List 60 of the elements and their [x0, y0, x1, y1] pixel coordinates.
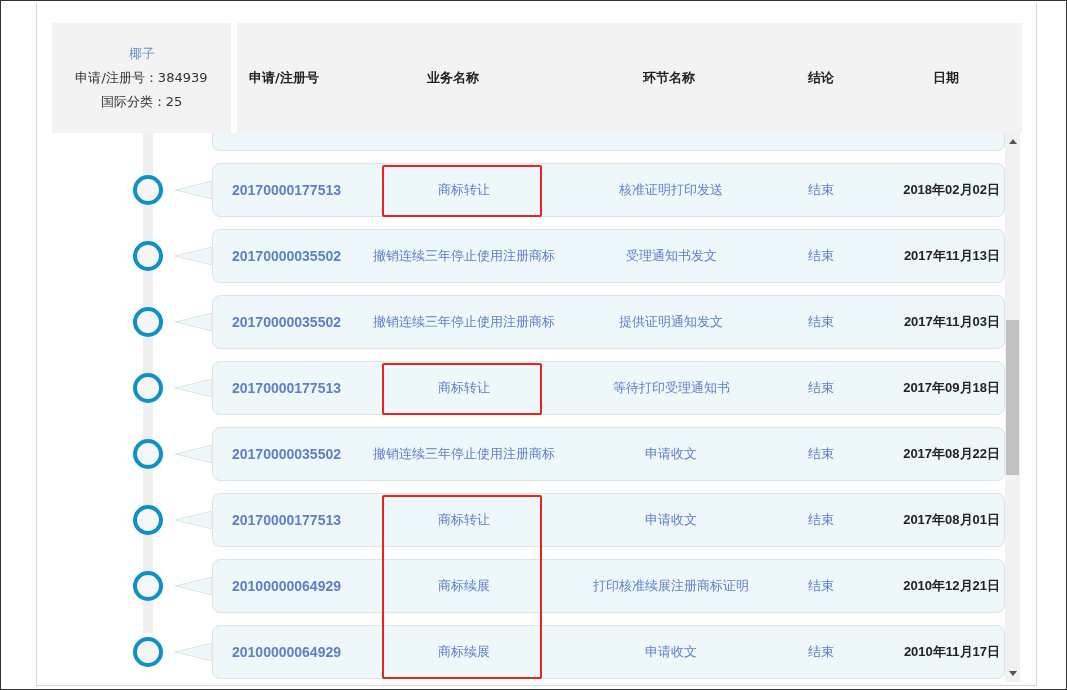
conclusion: 结束 [807, 181, 835, 199]
timeline-node-icon [133, 175, 163, 205]
conclusion: 结束 [807, 247, 835, 265]
application-number[interactable]: 20170000177513 [232, 512, 360, 528]
scroll-up-icon[interactable] [1008, 139, 1017, 144]
scroll-down-icon[interactable] [1008, 671, 1017, 676]
column-header: 结论 [808, 69, 835, 87]
business-name: 撤销连续三年停止使用注册商标 [371, 445, 556, 463]
record-date: 2018年02月02日 [902, 181, 1000, 199]
stage-name: 打印核准续展注册商标证明 [592, 577, 750, 595]
scrollbar-thumb[interactable] [1006, 320, 1019, 475]
conclusion: 结束 [807, 511, 835, 529]
business-name: 商标续展 [436, 643, 491, 661]
application-number[interactable]: 20170000177513 [232, 380, 360, 396]
application-number[interactable]: 20170000035502 [232, 314, 360, 330]
record-date: 2010年12月21日 [902, 577, 1000, 595]
application-number[interactable]: 20100000064929 [232, 578, 360, 594]
application-number[interactable]: 20170000035502 [232, 248, 360, 264]
business-name: 撤销连续三年停止使用注册商标 [371, 247, 556, 265]
column-header: 业务名称 [427, 69, 480, 87]
timeline-node-icon [133, 307, 163, 337]
application-number[interactable]: 20170000177513 [232, 182, 360, 198]
record-date: 2010年11月17日 [902, 643, 1000, 661]
conclusion: 结束 [807, 379, 835, 397]
business-name: 商标转让 [436, 511, 491, 529]
stage-name: 申请收文 [644, 643, 698, 661]
record-date: 2017年08月01日 [902, 511, 1000, 529]
conclusion: 结束 [807, 445, 835, 463]
column-header: 日期 [933, 69, 959, 87]
column-header: 环节名称 [643, 69, 696, 87]
record-date: 2017年11月03日 [902, 313, 1000, 331]
record-date: 2017年09月18日 [902, 379, 1000, 397]
application-number[interactable]: 20170000035502 [232, 446, 360, 462]
column-header: 申请/注册号 [249, 69, 320, 87]
timeline-node-icon [133, 571, 163, 601]
stage-name: 申请收文 [644, 511, 698, 529]
conclusion: 结束 [807, 577, 835, 595]
timeline-node-icon [133, 373, 163, 403]
stage-name: 受理通知书发文 [624, 247, 718, 265]
international-class: 国际分类：25 [100, 93, 183, 111]
timeline-node-icon [133, 637, 163, 667]
registration-number: 申请/注册号：384939 [75, 69, 208, 87]
record-date: 2017年08月22日 [902, 445, 1000, 463]
application-number[interactable]: 20100000064929 [232, 644, 360, 660]
timeline-node-icon [133, 241, 163, 271]
timeline-node-icon [133, 505, 163, 535]
stage-name: 核准证明打印发送 [618, 181, 724, 199]
record-date: 2017年11月13日 [902, 247, 1000, 265]
stage-name: 提供证明通知发文 [618, 313, 724, 331]
business-name: 商标转让 [436, 181, 491, 199]
scrollbar[interactable] [1005, 133, 1020, 682]
trademark-name[interactable]: 椰子 [128, 45, 155, 63]
conclusion: 结束 [807, 643, 835, 661]
stage-name: 申请收文 [644, 445, 698, 463]
business-name: 商标续展 [436, 577, 491, 595]
business-name: 撤销连续三年停止使用注册商标 [371, 313, 556, 331]
timeline-node-icon [133, 439, 163, 469]
business-name: 商标转让 [436, 379, 491, 397]
stage-name: 等待打印受理通知书 [611, 379, 731, 397]
conclusion: 结束 [807, 313, 835, 331]
